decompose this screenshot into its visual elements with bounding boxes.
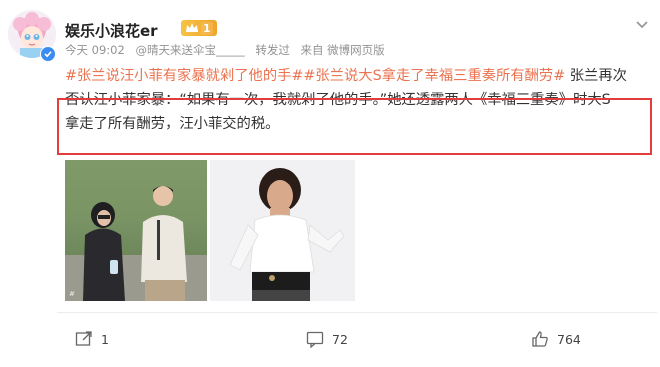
repost-count: 1 [101, 331, 109, 347]
topic-link-2[interactable]: #张兰说大S拿走了幸福三重奏所有酬劳# [303, 68, 565, 84]
like-icon [532, 331, 548, 347]
svg-text:#: # [69, 290, 75, 298]
like-count: 764 [557, 331, 581, 347]
username[interactable]: 娱乐小浪花er [65, 20, 158, 41]
like-button[interactable]: 764 [531, 330, 581, 348]
mention-link[interactable]: @晴天来送伞宝_____ [135, 43, 244, 57]
comment-icon [306, 331, 324, 348]
post-image-2[interactable] [210, 160, 355, 301]
post-image-1[interactable]: # [65, 160, 207, 301]
action-divider [57, 312, 657, 313]
user-level: 1 [201, 21, 213, 35]
highlight-box [57, 98, 652, 155]
user-level-badge[interactable]: 1 [181, 20, 217, 36]
topic-link-1[interactable]: #张兰说汪小菲有家暴就剁了他的手# [65, 68, 303, 84]
repost-button[interactable]: 1 [75, 330, 109, 348]
post-meta: 今天 09:02 @晴天来送伞宝_____ 转发过 来自 微博网页版 [65, 42, 392, 58]
more-icon[interactable] [635, 15, 649, 34]
post-source: 来自 微博网页版 [300, 43, 385, 57]
comment-button[interactable]: 72 [306, 330, 348, 348]
comment-count: 72 [332, 331, 348, 347]
repost-icon [75, 331, 92, 346]
post-time[interactable]: 今天 09:02 [65, 43, 125, 57]
repost-label: 转发过 [255, 43, 290, 57]
verified-icon [40, 46, 56, 62]
crown-icon [186, 23, 198, 32]
post-text-line1: 张兰再次 [569, 68, 627, 84]
